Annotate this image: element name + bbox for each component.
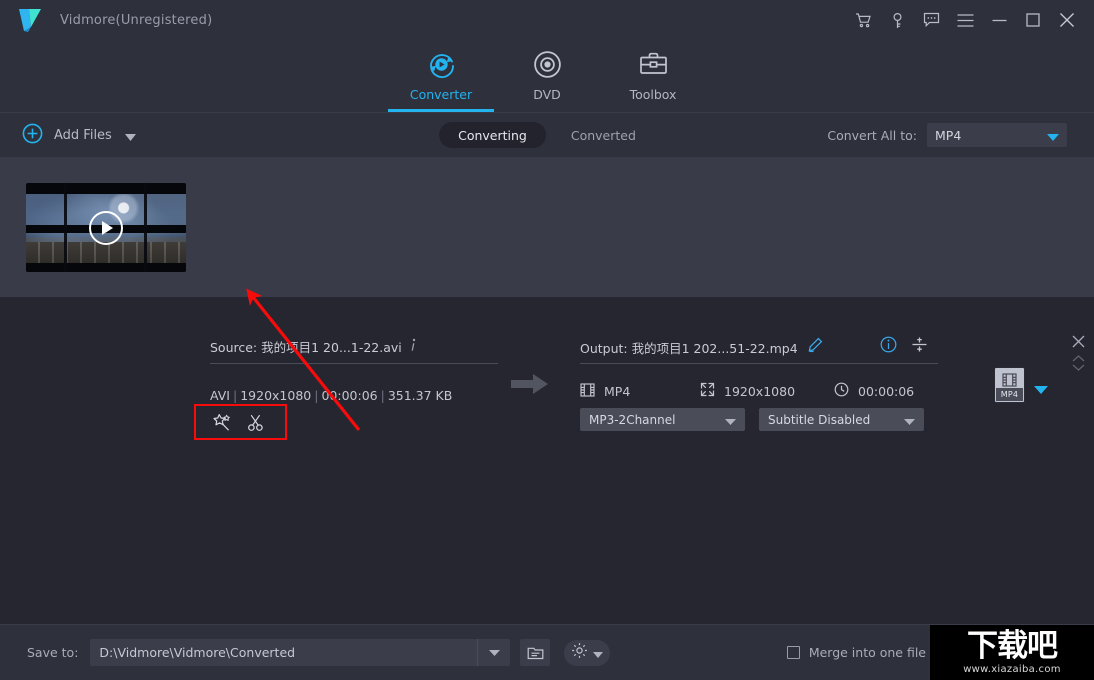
output-format-spec: MP4 (580, 382, 700, 401)
format-badge-label: MP4 (996, 388, 1023, 401)
browse-folder-button[interactable] (520, 639, 550, 666)
feedback-icon[interactable] (914, 0, 948, 40)
status-segments: Converting Converted (439, 122, 655, 148)
file-toolbar: Add Files Converting Converted Convert A… (0, 112, 1094, 157)
edit-pencil-icon[interactable] (807, 337, 823, 357)
checkbox-box (787, 646, 800, 659)
filmstrip-band-top (26, 183, 186, 194)
vidmore-window: Vidmore(Unregistered) (0, 0, 1094, 680)
tab-converter-label: Converter (410, 87, 472, 102)
convert-all-button[interactable]: Convert All (930, 634, 1094, 672)
main-nav: Converter DVD Toolbo (0, 40, 1094, 112)
add-files-button[interactable]: Add Files (22, 123, 136, 148)
meta-size: 351.37 KB (388, 388, 452, 403)
output-duration-spec: 00:00:06 (834, 382, 914, 401)
format-dropdown-caret-icon[interactable] (1034, 379, 1048, 398)
video-thumbnail[interactable] (26, 183, 186, 272)
source-divider (210, 363, 498, 364)
cart-icon[interactable] (846, 0, 880, 40)
save-to-label: Save to: (27, 645, 78, 660)
filmstrip-gap (144, 183, 147, 272)
segment-converting[interactable]: Converting (439, 122, 546, 148)
output-duration-value: 00:00:06 (858, 384, 914, 399)
tab-dvd[interactable]: DVD (494, 40, 600, 112)
output-resolution-value: 1920x1080 (724, 384, 795, 399)
convert-all-label: Convert All to: (827, 128, 917, 143)
annotation-highlight-box (194, 404, 287, 440)
app-logo-icon (16, 7, 46, 33)
minimize-icon[interactable] (982, 0, 1016, 40)
settings-button[interactable] (564, 640, 610, 666)
app-title: Vidmore(Unregistered) (60, 13, 212, 28)
info-icon[interactable] (411, 337, 416, 356)
conversion-arrow-icon (511, 373, 549, 399)
tab-toolbox-label: Toolbox (630, 87, 677, 102)
clock-icon (834, 382, 849, 401)
file-item-card: Source: 我的项目1 20...1-22.avi AVI|1920x108… (0, 157, 1094, 297)
chevron-down-icon (725, 410, 736, 429)
play-triangle-icon (102, 221, 113, 235)
toolbox-icon (639, 47, 668, 81)
output-format-value: MP4 (604, 384, 630, 399)
output-specs: MP4 1920x1080 00:00:06 (580, 382, 914, 401)
output-filename: Output: 我的项目1 202...51-22.mp4 (580, 338, 798, 357)
output-settings-icon[interactable] (911, 336, 928, 357)
expand-collapse-icon[interactable] (1071, 354, 1086, 376)
meta-separator: | (311, 388, 321, 403)
chevron-down-icon[interactable] (125, 126, 136, 145)
add-files-label: Add Files (54, 128, 112, 143)
convert-all-to: Convert All to: MP4 (827, 123, 1067, 147)
source-line: Source: 我的项目1 20...1-22.avi (210, 337, 416, 356)
subtitle-track-select[interactable]: Subtitle Disabled (759, 408, 924, 431)
key-icon[interactable] (880, 0, 914, 40)
filmstrip-gap (64, 183, 67, 272)
chevron-down-icon (1047, 126, 1059, 145)
output-line: Output: 我的项目1 202...51-22.mp4 (580, 337, 823, 357)
plus-circle-icon (22, 123, 43, 148)
play-button[interactable] (89, 211, 123, 245)
merge-into-one-file-checkbox[interactable]: Merge into one file (787, 645, 926, 660)
film-icon (580, 382, 595, 401)
tab-converter[interactable]: Converter (388, 40, 494, 112)
converter-icon (426, 47, 457, 81)
convert-all-select[interactable]: MP4 (927, 123, 1067, 147)
meta-separator: | (230, 388, 240, 403)
meta-duration: 00:00:06 (321, 388, 377, 403)
chevron-down-icon (904, 410, 915, 429)
merge-label: Merge into one file (809, 645, 926, 660)
resize-icon (700, 382, 715, 401)
output-actions (880, 336, 928, 357)
subtitle-track-value: Subtitle Disabled (768, 413, 904, 427)
title-bar: Vidmore(Unregistered) (0, 0, 1094, 40)
close-icon[interactable] (1050, 0, 1084, 40)
titlebar-controls (846, 0, 1094, 40)
output-divider (580, 363, 938, 364)
chevron-down-icon (593, 643, 603, 662)
output-info-icon[interactable] (880, 336, 897, 357)
output-resolution-spec: 1920x1080 (700, 382, 834, 401)
tab-toolbox[interactable]: Toolbox (600, 40, 706, 112)
source-filename: Source: 我的项目1 20...1-22.avi (210, 337, 402, 356)
output-track-selects: MP3-2Channel Subtitle Disabled (580, 408, 924, 431)
bottom-bar: Save to: D:\Vidmore\Vidmore\Converted (0, 624, 1094, 680)
format-badge-button[interactable]: MP4 (994, 367, 1025, 403)
filmstrip-band-bottom (26, 263, 186, 272)
remove-item-icon[interactable] (1072, 333, 1085, 352)
meta-separator: | (378, 388, 388, 403)
source-metadata: AVI|1920x1080|00:00:06|351.37 KB (210, 388, 452, 403)
dvd-icon (533, 47, 562, 81)
audio-track-select[interactable]: MP3-2Channel (580, 408, 745, 431)
segment-converted[interactable]: Converted (552, 122, 655, 148)
save-to-path: D:\Vidmore\Vidmore\Converted (90, 645, 477, 660)
gear-icon (571, 642, 588, 663)
meta-format: AVI (210, 388, 230, 403)
tab-dvd-label: DVD (533, 87, 561, 102)
menu-icon[interactable] (948, 0, 982, 40)
save-to-field[interactable]: D:\Vidmore\Vidmore\Converted (90, 639, 510, 666)
audio-track-value: MP3-2Channel (589, 413, 725, 427)
meta-resolution: 1920x1080 (240, 388, 311, 403)
maximize-icon[interactable] (1016, 0, 1050, 40)
convert-all-value: MP4 (935, 128, 1047, 143)
save-to-dropdown[interactable] (477, 639, 510, 666)
